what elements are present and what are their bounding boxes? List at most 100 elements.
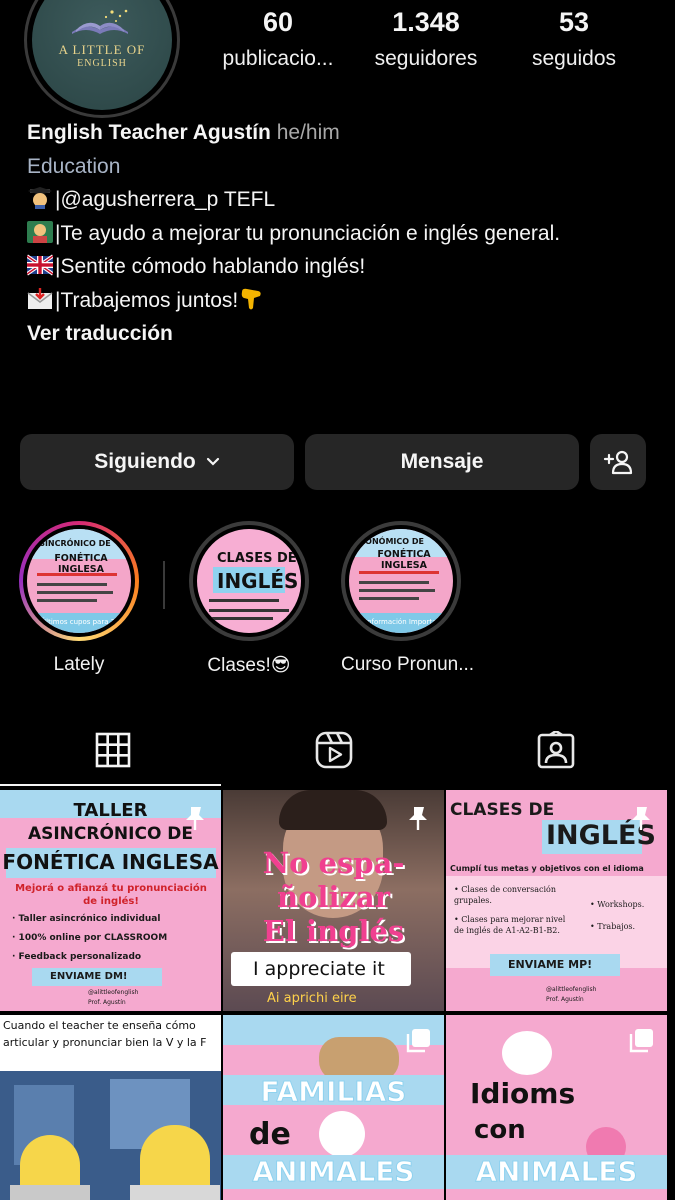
highlight-cover-text: FONÉTICA INGLESA — [377, 549, 431, 571]
carousel-icon — [629, 1029, 653, 1053]
highlight-cover: CLASES DE INGLÉS — [197, 529, 301, 633]
avatar-title: A LITTLE OF — [58, 42, 146, 57]
post-tile[interactable]: FAMILIAS de ANIMALES — [223, 1015, 444, 1200]
post-tile[interactable]: Cuando el teacher te enseña cómo articul… — [0, 1015, 221, 1200]
post-text: @alittleofenglish — [88, 989, 139, 996]
bio-line: |Trabajemos juntos! — [27, 284, 667, 318]
post-text: de — [249, 1117, 291, 1152]
book-icon — [72, 9, 128, 34]
following-button[interactable]: Siguiendo — [20, 434, 294, 490]
post-text: Prof. Agustín — [88, 999, 126, 1006]
tagged-icon — [537, 731, 574, 769]
highlight-cover-text: ASINCRÓNICO DE — [33, 539, 111, 548]
envelope-emoji-icon — [27, 287, 53, 309]
post-text: FAMILIAS — [260, 1075, 407, 1109]
grid-icon — [95, 732, 130, 768]
post-text: FONÉTICA INGLESA — [2, 850, 219, 874]
chevron-down-icon — [206, 457, 219, 466]
stat-followers[interactable]: 1.348 seguidores — [351, 6, 501, 74]
post-text: · Feedback personalizado — [12, 952, 142, 962]
profile-stats: 60 publicacio... 1.348 seguidores 53 seg… — [205, 6, 665, 74]
post-text: Cumplí tus metas y objetivos con el idio… — [450, 864, 644, 873]
stat-posts-label: publicacio... — [222, 47, 334, 70]
pointing-down-emoji-icon — [242, 288, 261, 309]
pinned-icon — [409, 807, 427, 830]
message-button[interactable]: Mensaje — [305, 434, 579, 490]
post-text: Prof. Agustín — [546, 996, 584, 1003]
bio-line-text: |Te ayudo a mejorar tu pronunciación e i… — [55, 221, 561, 245]
teacher-emoji-icon — [27, 220, 53, 243]
post-text: I appreciate it — [253, 958, 385, 980]
highlight-cover-text: Últimos cupos para 2024 — [41, 618, 129, 626]
see-translation-link[interactable]: Ver traducción — [27, 317, 667, 351]
post-text: • Clases para mejorar nivel de inglés de… — [454, 915, 566, 935]
message-label: Mensaje — [400, 450, 484, 473]
profile-avatar[interactable]: A LITTLE OF ENGLISH — [24, 0, 180, 118]
highlight-cover-text: FONÉTICA INGLESA — [54, 553, 108, 575]
stat-following[interactable]: 53 seguidos — [501, 6, 647, 74]
stat-followers-value: 1.348 — [392, 7, 460, 37]
post-text: El inglés — [262, 914, 405, 948]
avatar-subtitle: ENGLISH — [77, 58, 127, 69]
post-text: No espa- — [262, 846, 405, 880]
bio-line-text: |Trabajemos juntos! — [55, 288, 239, 312]
avatar-logo: A LITTLE OF ENGLISH — [32, 0, 172, 110]
profile-name: English Teacher Agustín — [27, 121, 271, 144]
highlight-divider — [163, 561, 165, 609]
post-tile[interactable]: No espa- ñolizar El inglés I appreciate … — [223, 790, 444, 1011]
reels-icon — [315, 731, 352, 769]
post-tile[interactable]: CLASES DE INGLÉS Cumplí tus metas y obje… — [446, 790, 667, 1011]
highlight-cover-text: RONÓMICO DE — [359, 537, 424, 546]
post-tile[interactable]: TALLER ASINCRÓNICO DE FONÉTICA INGLESA M… — [0, 790, 221, 1011]
bio-line-text: |@agusherrera_p TEFL — [55, 188, 276, 211]
post-text: ANIMALES — [475, 1155, 638, 1189]
post-text: Cuando el teacher te enseña cómo articul… — [3, 1019, 207, 1049]
post-text: ENVIAME DM! — [50, 971, 128, 982]
add-person-icon — [603, 450, 633, 475]
post-text: Mejorá o afianzá tu pronunciación de ing… — [15, 883, 207, 907]
tab-posts-grid[interactable] — [0, 718, 225, 782]
highlight-ring: RONÓMICO DE FONÉTICA INGLESA Información… — [341, 521, 461, 641]
post-text: • Trabajos. — [590, 922, 636, 931]
highlight-ring: CLASES DE INGLÉS — [189, 521, 309, 641]
stat-following-label: seguidos — [531, 47, 617, 70]
pinned-icon — [632, 807, 650, 830]
pinned-icon — [186, 807, 204, 830]
bio-line-text: |Sentite cómodo hablando inglés! — [55, 255, 366, 278]
highlight-curso[interactable]: RONÓMICO DE FONÉTICA INGLESA Información… — [341, 521, 475, 676]
bio-line: |Sentite cómodo hablando inglés! — [27, 250, 667, 284]
highlight-cover: ASINCRÓNICO DE FONÉTICA INGLESA Últimos … — [27, 529, 131, 633]
profile-bio: English Teacher Agustín he/him Education… — [27, 116, 667, 351]
highlight-cover-text: INGLÉS — [217, 569, 299, 593]
tab-reels[interactable] — [221, 718, 446, 782]
bio-line: |Te ayudo a mejorar tu pronunciación e i… — [27, 217, 667, 251]
suggest-people-button[interactable] — [590, 434, 646, 490]
tab-tagged[interactable] — [443, 718, 668, 782]
highlight-lately[interactable]: ASINCRÓNICO DE FONÉTICA INGLESA Últimos … — [19, 521, 139, 676]
stat-followers-label: seguidores — [374, 47, 478, 70]
highlight-label: Clases!😎 — [207, 655, 291, 676]
following-label: Siguiendo — [94, 450, 196, 473]
post-text: ñolizar — [277, 880, 390, 914]
post-text: · 100% online por CLASSROOM — [12, 933, 168, 943]
bio-line: |@agusherrera_p TEFL — [27, 183, 667, 217]
highlight-label: Curso Pronun... — [341, 654, 475, 675]
uk-flag-emoji-icon — [27, 254, 53, 276]
highlight-cover-text: CLASES DE — [217, 551, 297, 566]
profile-tabs — [0, 718, 675, 786]
post-text: ENVIAME MP! — [508, 958, 593, 971]
stat-posts[interactable]: 60 publicacio... — [205, 6, 351, 74]
carousel-icon — [406, 1029, 430, 1053]
post-text: @alittleofenglish — [546, 986, 597, 993]
graduate-emoji-icon — [28, 187, 52, 209]
highlight-cover-text: Información Importante — [365, 618, 448, 626]
profile-category: Education — [27, 154, 121, 178]
post-tile[interactable]: Idioms con ANIMALES — [446, 1015, 667, 1200]
post-text: CLASES DE — [450, 800, 555, 820]
post-text: Ai aprichi eire — [267, 991, 357, 1006]
stat-following-value: 53 — [558, 7, 590, 37]
highlight-clases[interactable]: CLASES DE INGLÉS Clases!😎 — [189, 521, 309, 677]
highlight-ring: ASINCRÓNICO DE FONÉTICA INGLESA Últimos … — [19, 521, 139, 641]
post-text: con — [474, 1115, 526, 1145]
highlight-cover: RONÓMICO DE FONÉTICA INGLESA Información… — [349, 529, 453, 633]
